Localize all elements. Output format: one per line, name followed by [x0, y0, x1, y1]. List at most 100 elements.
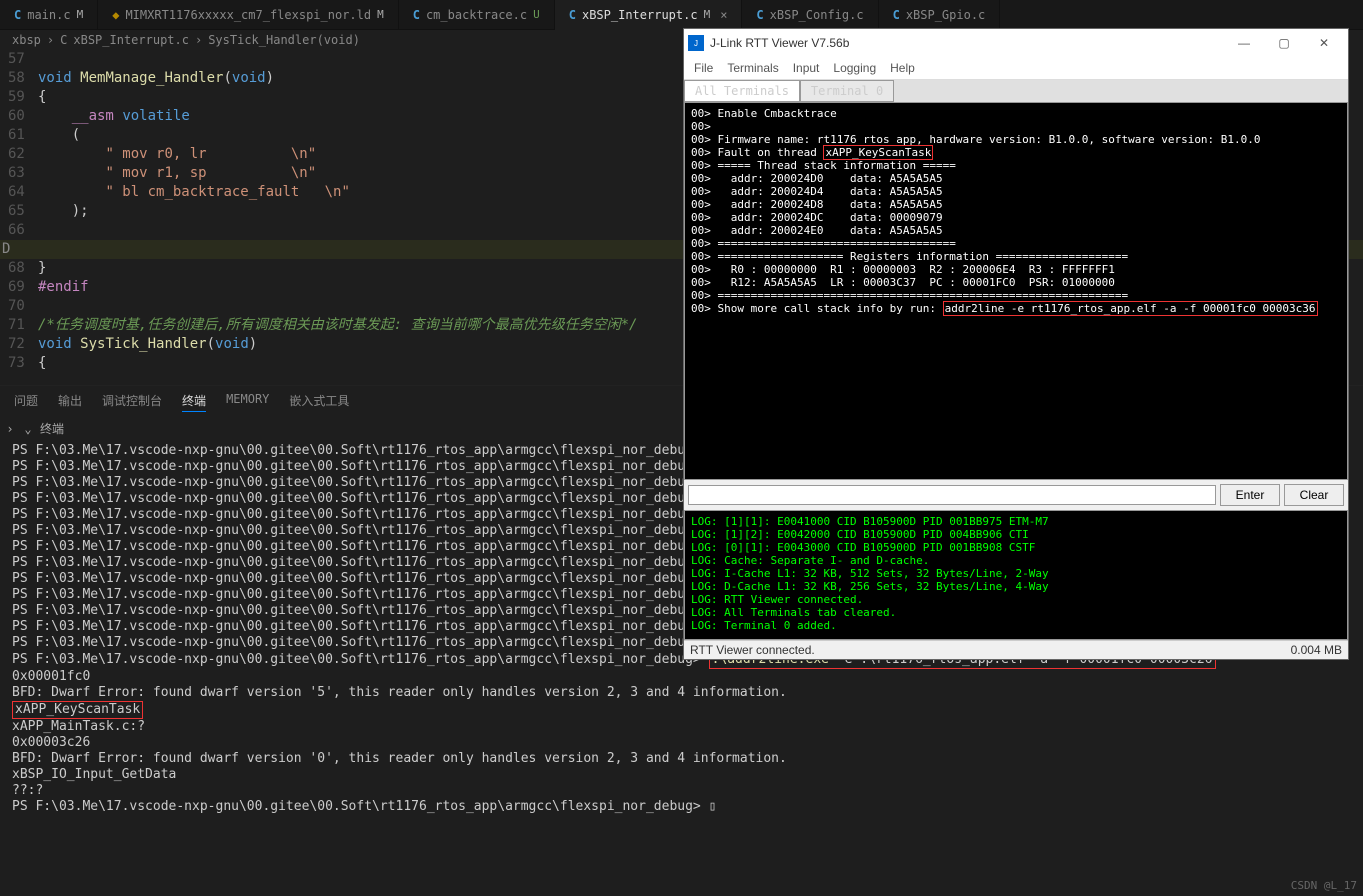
line-number: 59	[8, 88, 38, 107]
jlink-out-line: 00> ===== Thread stack information =====	[691, 159, 1341, 172]
tab-cm_backtrace-c[interactable]: Ccm_backtrace.cU	[399, 0, 555, 30]
tab-xBSP_Gpio-c[interactable]: CxBSP_Gpio.c	[879, 0, 1001, 30]
line-number: 71	[8, 316, 38, 335]
jlink-out-line: 00> R12: A5A5A5A5 LR : 00003C37 PC : 000…	[691, 276, 1341, 289]
line-number: 62	[8, 145, 38, 164]
jlink-input-row: Enter Clear	[684, 480, 1348, 510]
line-number: 57	[8, 50, 38, 69]
jlink-log-line: LOG: I-Cache L1: 32 KB, 512 Sets, 32 Byt…	[691, 567, 1341, 580]
jlink-tab-1[interactable]: Terminal 0	[800, 80, 894, 102]
line-number: 66	[8, 221, 38, 240]
jlink-tab-0[interactable]: All Terminals	[684, 80, 800, 102]
file-icon: C	[569, 8, 576, 22]
jlink-window: J J-Link RTT Viewer V7.56b — ▢ ✕ File Ter…	[683, 28, 1349, 660]
file-icon: C	[413, 8, 420, 22]
jlink-log-line: LOG: [1][2]: E0042000 CID B105900D PID 0…	[691, 528, 1341, 541]
chevron-right-icon[interactable]: ›	[4, 422, 16, 436]
close-icon[interactable]: ×	[720, 8, 727, 22]
tab-xBSP_Interrupt-c[interactable]: CxBSP_Interrupt.c M ×	[555, 0, 743, 30]
watermark: CSDN @L_17	[1291, 879, 1357, 892]
jlink-out-line: 00> R0 : 00000000 R1 : 00000003 R2 : 200…	[691, 263, 1341, 276]
file-icon: C	[756, 8, 763, 22]
jlink-output[interactable]: 00> Enable Cmbacktrace00>00> Firmware na…	[684, 102, 1348, 480]
terminal-line: xAPP_KeyScanTask	[12, 701, 1351, 719]
jlink-titlebar[interactable]: J J-Link RTT Viewer V7.56b — ▢ ✕	[684, 29, 1348, 57]
jlink-menubar: File Terminals Input Logging Help	[684, 57, 1348, 80]
jlink-app-icon: J	[688, 35, 704, 51]
jlink-out-line: 00> =================== Registers inform…	[691, 250, 1341, 263]
jlink-log-line: LOG: RTT Viewer connected.	[691, 593, 1341, 606]
line-number: 68	[8, 259, 38, 278]
panel-tab-3[interactable]: 终端	[182, 392, 206, 412]
jlink-out-line: 00> Firmware name: rt1176_rtos_app, hard…	[691, 133, 1341, 146]
jlink-out-line: 00> Show more call stack info by run: ad…	[691, 302, 1341, 315]
breadcrumb-symbol[interactable]: SysTick_Handler(void)	[208, 33, 360, 47]
tab-label: xBSP_Interrupt.c	[582, 8, 698, 22]
status-left: RTT Viewer connected.	[690, 643, 815, 657]
terminal-line: BFD: Dwarf Error: found dwarf version '0…	[12, 751, 1351, 767]
jlink-log-line: LOG: [1][1]: E0041000 CID B105900D PID 0…	[691, 515, 1341, 528]
terminal-line: xAPP_MainTask.c:?	[12, 719, 1351, 735]
file-icon: ◆	[112, 8, 119, 22]
panel-tab-0[interactable]: 问题	[14, 392, 38, 412]
terminal-line: BFD: Dwarf Error: found dwarf version '5…	[12, 685, 1351, 701]
panel-tab-1[interactable]: 输出	[58, 392, 82, 412]
jlink-title-text: J-Link RTT Viewer V7.56b	[710, 36, 849, 50]
file-icon: C	[60, 33, 67, 47]
jlink-out-line: 00>	[691, 120, 1341, 133]
file-icon: C	[14, 8, 21, 22]
jlink-out-line: 00> addr: 200024D4 data: A5A5A5A5	[691, 185, 1341, 198]
clear-button[interactable]: Clear	[1284, 484, 1344, 506]
terminal-line: 0x00003c26	[12, 735, 1351, 751]
jlink-out-line: 00> addr: 200024DC data: 00009079	[691, 211, 1341, 224]
menu-file[interactable]: File	[694, 61, 713, 75]
terminal-line: 0x00001fc0	[12, 669, 1351, 685]
panel-tab-5[interactable]: 嵌入式工具	[289, 392, 349, 412]
jlink-out-line: 00> ====================================	[691, 237, 1341, 250]
jlink-statusbar: RTT Viewer connected. 0.004 MB	[684, 640, 1348, 659]
maximize-button[interactable]: ▢	[1264, 36, 1304, 50]
tab-modifier: U	[533, 8, 540, 21]
jlink-input[interactable]	[688, 485, 1216, 505]
menu-help[interactable]: Help	[890, 61, 915, 75]
editor-tabs: Cmain.cM ◆ MIMXRT1176xxxxx_cm7_flexspi_nor…	[0, 0, 1363, 30]
line-number: 65	[8, 202, 38, 221]
tab-xBSP_Config-c[interactable]: CxBSP_Config.c	[742, 0, 878, 30]
file-icon: C	[893, 8, 900, 22]
line-number: 73	[8, 354, 38, 373]
menu-terminals[interactable]: Terminals	[727, 61, 778, 75]
tab-label: MIMXRT1176xxxxx_cm7_flexspi_nor.ld	[125, 8, 371, 22]
tab-main-c[interactable]: Cmain.cM	[0, 0, 98, 30]
line-number: 70	[8, 297, 38, 316]
tab-label: xBSP_Config.c	[770, 8, 864, 22]
minimize-button[interactable]: —	[1224, 36, 1264, 50]
line-number: 60	[8, 107, 38, 126]
chevron-down-icon[interactable]: ⌄	[22, 422, 34, 436]
line-number: 67	[8, 240, 38, 259]
status-right: 0.004 MB	[1291, 643, 1342, 657]
jlink-log-line: LOG: [0][1]: E0043000 CID B105900D PID 0…	[691, 541, 1341, 554]
jlink-out-line: 00> Fault on thread xAPP_KeyScanTask	[691, 146, 1341, 159]
breadcrumb-file[interactable]: xBSP_Interrupt.c	[73, 33, 189, 47]
terminal-label: 终端	[40, 420, 64, 437]
line-number: 63	[8, 164, 38, 183]
jlink-log-line: LOG: All Terminals tab cleared.	[691, 606, 1341, 619]
tab-modifier: M	[704, 8, 711, 21]
line-number: 69	[8, 278, 38, 297]
jlink-log-line: LOG: D-Cache L1: 32 KB, 256 Sets, 32 Byt…	[691, 580, 1341, 593]
menu-input[interactable]: Input	[793, 61, 820, 75]
tab-MIMXRT1176xxxxx_cm7_flexspi_nor-ld[interactable]: ◆MIMXRT1176xxxxx_cm7_flexspi_nor.ldM	[98, 0, 399, 30]
enter-button[interactable]: Enter	[1220, 484, 1280, 506]
breadcrumb-root[interactable]: xbsp	[12, 33, 41, 47]
line-number: 58	[8, 69, 38, 88]
jlink-log[interactable]: LOG: [1][1]: E0041000 CID B105900D PID 0…	[684, 510, 1348, 640]
jlink-out-line: 00> addr: 200024D0 data: A5A5A5A5	[691, 172, 1341, 185]
jlink-log-line: LOG: Terminal 0 added.	[691, 619, 1341, 632]
panel-tab-2[interactable]: 调试控制台	[102, 392, 162, 412]
jlink-out-line: 00> addr: 200024D8 data: A5A5A5A5	[691, 198, 1341, 211]
terminal-line: xBSP_IO_Input_GetData	[12, 767, 1351, 783]
jlink-out-line: 00> Enable Cmbacktrace	[691, 107, 1341, 120]
menu-logging[interactable]: Logging	[833, 61, 876, 75]
close-button[interactable]: ✕	[1304, 36, 1344, 50]
panel-tab-4[interactable]: MEMORY	[226, 392, 269, 412]
